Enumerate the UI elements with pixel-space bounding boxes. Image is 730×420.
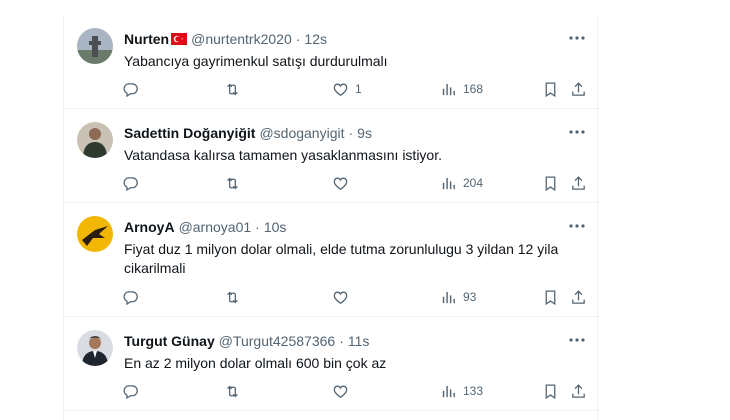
action-bar: 1 168 — [122, 79, 587, 99]
reply-icon — [123, 290, 138, 305]
separator-dot: · — [339, 333, 344, 349]
retweet-button[interactable] — [224, 381, 241, 401]
views-icon — [442, 291, 455, 303]
like-button[interactable] — [332, 381, 355, 401]
reply-button[interactable] — [122, 173, 139, 193]
retweet-icon — [227, 385, 238, 397]
timestamp[interactable]: 11s — [348, 333, 370, 349]
more-icon[interactable] — [567, 30, 587, 46]
views-button[interactable]: 133 — [440, 381, 483, 401]
views-icon — [442, 385, 455, 397]
author-handle[interactable]: @arnoya01 — [179, 219, 252, 235]
separator-dot: · — [295, 31, 301, 47]
views-button[interactable]: 93 — [440, 287, 476, 307]
retweet-button[interactable] — [224, 79, 241, 99]
timestamp[interactable]: 9s — [357, 125, 372, 141]
tweet-text: Yabancıya gayrimenkul satışı durdurulmal… — [124, 53, 388, 69]
bookmark-button[interactable] — [542, 287, 559, 307]
author-name[interactable]: Nurten — [124, 31, 169, 47]
bookmark-button[interactable] — [542, 173, 559, 193]
timestamp[interactable]: 10s — [264, 219, 287, 235]
views-button[interactable]: 168 — [440, 79, 483, 99]
author-handle[interactable]: @sdoganyigit — [259, 125, 344, 141]
tweet-text: Vatandasa kalırsa tamamen yasaklanmasını… — [124, 147, 443, 163]
heart-icon — [333, 291, 348, 304]
tweet-text: Fiyat duz 1 milyon dolar olmali, elde tu… — [124, 241, 559, 276]
view-count: 168 — [463, 82, 484, 96]
bookmark-icon — [545, 81, 556, 97]
share-button[interactable] — [570, 287, 587, 307]
like-count: 1 — [355, 82, 362, 96]
reply-icon — [123, 384, 138, 399]
share-button[interactable] — [570, 173, 587, 193]
author-name[interactable]: Turgut Günay — [124, 333, 215, 349]
tweet[interactable]: Nurten @nurtentrk2020 · 12s Yabancıya ga… — [64, 15, 599, 109]
separator-dot: · — [255, 219, 260, 235]
action-bar: 93 — [122, 287, 587, 307]
share-icon — [572, 383, 585, 398]
tweet-header: Nurten @nurtentrk2020 · 12s — [124, 29, 327, 49]
heart-icon — [333, 177, 348, 190]
tweet[interactable]: Sadettin Doğanyiğit @sdoganyigit · 9s Va… — [64, 109, 599, 203]
reply-button[interactable] — [122, 287, 139, 307]
action-bar: 133 — [122, 381, 587, 401]
reply-icon — [123, 82, 138, 97]
bookmark-icon — [545, 383, 556, 399]
like-button[interactable] — [332, 173, 355, 193]
bookmark-button[interactable] — [542, 79, 559, 99]
bookmark-button[interactable] — [542, 381, 559, 401]
retweet-button[interactable] — [224, 287, 241, 307]
action-bar: 204 — [122, 173, 587, 193]
views-button[interactable]: 204 — [440, 173, 483, 193]
tweet-text: En az 2 milyon dolar olmalı 600 bin çok … — [124, 355, 387, 371]
heart-icon — [333, 385, 348, 398]
share-icon — [572, 289, 585, 304]
bookmark-icon — [545, 289, 556, 305]
avatar[interactable] — [77, 330, 113, 366]
views-icon — [442, 177, 455, 189]
timeline: Nurten @nurtentrk2020 · 12s Yabancıya ga… — [63, 15, 599, 420]
tweet-header: Turgut Günay @Turgut42587366 · 11s — [124, 331, 369, 351]
reply-button[interactable] — [122, 381, 139, 401]
reply-icon — [123, 176, 138, 191]
like-button[interactable]: 1 — [332, 79, 362, 99]
timestamp[interactable]: 12s — [304, 31, 327, 47]
avatar[interactable] — [77, 28, 113, 64]
tweet[interactable]: Turgut Günay @Turgut42587366 · 11s En az… — [64, 317, 599, 411]
more-icon[interactable] — [567, 124, 587, 140]
like-button[interactable] — [332, 287, 355, 307]
share-icon — [572, 175, 585, 190]
retweet-button[interactable] — [224, 173, 241, 193]
tweet-header: Sadettin Doğanyiğit @sdoganyigit · 9s — [124, 123, 372, 143]
more-icon[interactable] — [567, 332, 587, 348]
bookmark-icon — [545, 175, 556, 191]
turkey-flag-icon — [171, 33, 188, 45]
retweet-icon — [227, 177, 238, 189]
view-count: 204 — [463, 176, 484, 190]
reply-button[interactable] — [122, 79, 139, 99]
separator-dot: · — [348, 125, 354, 141]
more-icon[interactable] — [567, 218, 587, 234]
author-name[interactable]: ArnoyA — [124, 219, 175, 235]
author-handle[interactable]: @nurtentrk2020 — [191, 31, 292, 47]
tweet-header: ArnoyA @arnoya01 · 10s — [124, 217, 286, 237]
share-button[interactable] — [570, 79, 587, 99]
author-handle[interactable]: @Turgut42587366 — [219, 333, 335, 349]
avatar[interactable] — [77, 216, 113, 252]
author-name[interactable]: Sadettin Doğanyiğit — [124, 125, 255, 141]
tweet[interactable]: ArnoyA @arnoya01 · 10s Fiyat duz 1 milyo… — [64, 203, 599, 317]
view-count: 93 — [463, 290, 477, 304]
share-icon — [572, 81, 585, 96]
views-icon — [442, 83, 455, 95]
retweet-icon — [227, 83, 238, 95]
share-button[interactable] — [570, 381, 587, 401]
avatar[interactable] — [77, 122, 113, 158]
retweet-icon — [227, 291, 238, 303]
view-count: 133 — [463, 384, 484, 398]
heart-icon — [333, 83, 348, 96]
